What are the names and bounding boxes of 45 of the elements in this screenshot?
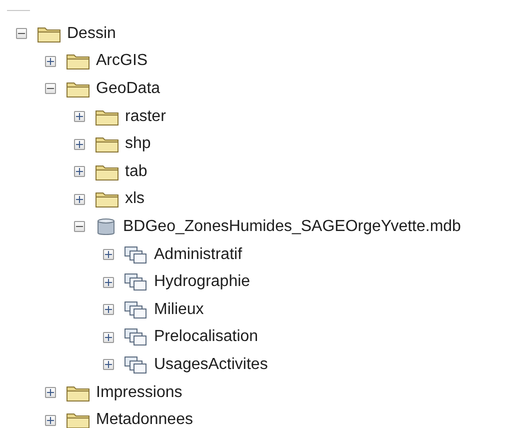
dataset-icon [124, 300, 148, 319]
tree-item[interactable]: xls [125, 190, 145, 208]
expand-toggle[interactable] [74, 194, 85, 205]
tree-item[interactable]: Milieux [154, 300, 204, 319]
expand-toggle[interactable] [103, 332, 114, 343]
tree-item[interactable]: Impressions [96, 384, 182, 402]
database-icon [95, 218, 117, 236]
expand-toggle[interactable] [74, 138, 85, 150]
dataset-icon [124, 328, 148, 346]
expand-toggle[interactable] [16, 28, 27, 40]
folder-icon [66, 384, 90, 402]
tree-item[interactable]: Dessin [67, 24, 116, 43]
tree-item[interactable]: Hydrographie [154, 273, 250, 292]
folder-icon [95, 108, 119, 126]
expand-toggle[interactable] [74, 166, 85, 178]
folder-icon [95, 162, 119, 181]
tree-item[interactable]: UsagesActivites [154, 356, 268, 374]
expand-toggle[interactable] [103, 304, 114, 316]
expand-toggle[interactable] [45, 56, 56, 67]
folder-icon [66, 411, 90, 428]
folder-icon [95, 190, 119, 208]
tree-item[interactable]: raster [125, 108, 166, 126]
dataset-icon [124, 273, 148, 292]
tree-item[interactable]: GeoData [96, 80, 160, 98]
expand-toggle[interactable] [103, 359, 114, 370]
expand-toggle[interactable] [103, 276, 114, 288]
folder-icon [66, 80, 90, 98]
tree-item[interactable]: ArcGIS [96, 52, 148, 70]
tree-item[interactable]: Metadonnees [96, 411, 193, 428]
folder-icon [66, 52, 90, 70]
expand-toggle[interactable] [45, 387, 56, 398]
tree-item[interactable]: BDGeo_ZonesHumides_SAGEOrgeYvette.mdb [123, 218, 461, 236]
folder-icon [37, 24, 61, 43]
expand-toggle[interactable] [45, 83, 56, 94]
dataset-icon [124, 246, 148, 264]
dataset-icon [124, 356, 148, 374]
tree-item[interactable]: Prelocalisation [154, 328, 258, 346]
tree-item[interactable]: tab [125, 162, 148, 181]
tree-item[interactable]: shp [125, 135, 151, 154]
expand-toggle[interactable] [45, 414, 56, 426]
tree-item[interactable]: Administratif [154, 246, 242, 264]
folder-icon [95, 135, 119, 154]
expand-toggle[interactable] [103, 249, 114, 260]
expand-toggle[interactable] [74, 221, 85, 232]
expand-toggle[interactable] [74, 111, 85, 122]
